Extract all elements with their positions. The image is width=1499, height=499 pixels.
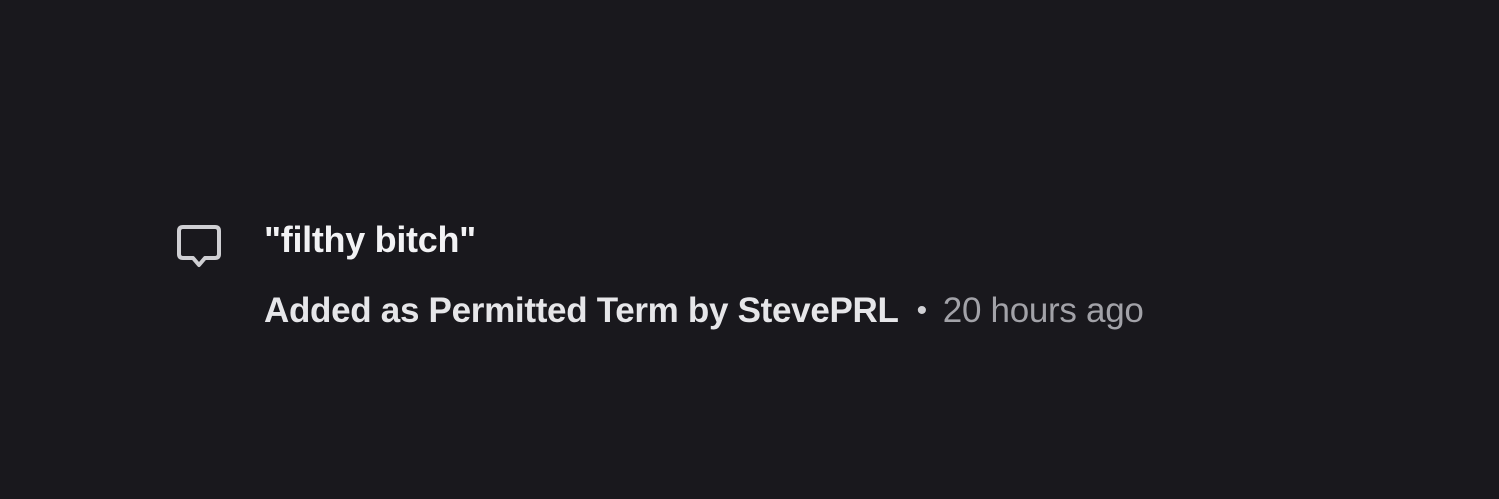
activity-log-entry: "filthy bitch" Added as Permitted Term b… bbox=[174, 214, 1144, 332]
permitted-term: "filthy bitch" bbox=[264, 219, 476, 260]
activity-meta: Added as Permitted Term by StevePRL • 20… bbox=[264, 290, 1144, 332]
comment-icon bbox=[174, 214, 226, 272]
activity-content: "filthy bitch" Added as Permitted Term b… bbox=[264, 214, 1144, 332]
action-description: Added as Permitted Term by StevePRL bbox=[264, 291, 899, 330]
timestamp: 20 hours ago bbox=[942, 291, 1144, 330]
bullet-separator: • bbox=[916, 294, 928, 327]
